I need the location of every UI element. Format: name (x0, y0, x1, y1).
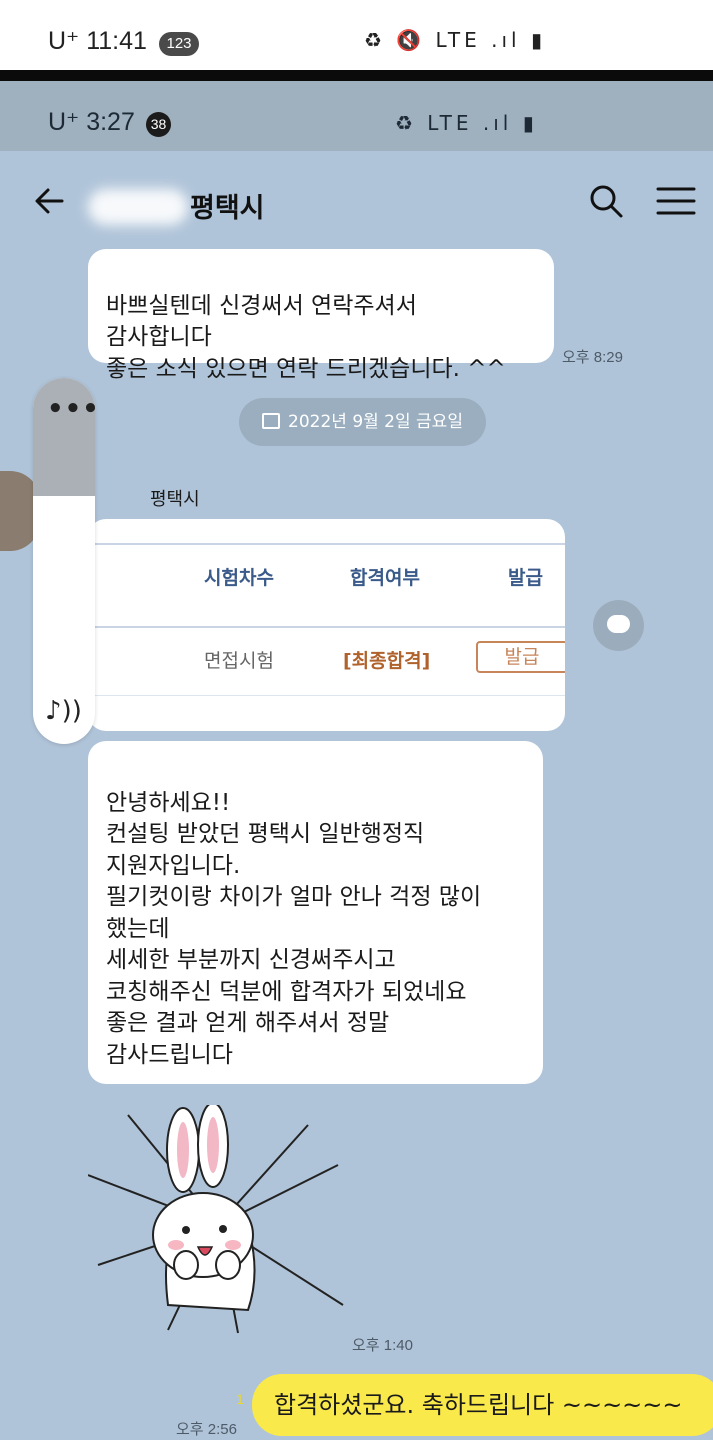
sender-name: 평택시 (150, 489, 200, 510)
table-border-bottom (88, 695, 565, 696)
table-header-issue: 발급 (508, 567, 543, 589)
more-options-icon[interactable]: ••• (47, 394, 95, 424)
sent-message-text: 합격하셨군요. 축하드립니다 ~~~~~~ (274, 1391, 683, 1419)
table-border-top (88, 543, 565, 545)
status-icons: ♻ 🔇 LTE .ıl ▮ (364, 28, 546, 52)
message-text: 안녕하세요!! 컨설팅 받았던 평택시 일반행정직 지원자입니다. 필기컷이랑 … (106, 789, 482, 1068)
issue-button: 발급 (476, 641, 565, 673)
chat-title: 평택시 (190, 193, 265, 224)
date-text: 2022년 9월 2일 금요일 (288, 412, 463, 432)
chat-screenshot: U⁺ 3:27 38 ♻ LTE .ıl ▮ 평택시 바쁘실텐데 신경써서 연락… (0, 81, 713, 1440)
music-sound-icon[interactable]: ♪)) (45, 696, 82, 726)
inner-status-icons: ♻ LTE .ıl ▮ (395, 111, 538, 135)
floating-control-panel[interactable]: ••• ♪)) (33, 378, 95, 744)
inner-notification-badge: 38 (146, 112, 171, 137)
sticker-time: 오후 1:40 (352, 1337, 413, 1354)
table-header-pass: 합격여부 (350, 567, 420, 589)
received-message-bubble: 안녕하세요!! 컨설팅 받았던 평택시 일반행정직 지원자입니다. 필기컷이랑 … (88, 741, 543, 1084)
exam-result-image[interactable]: 시험차수 합격여부 발급 면접시험 [최종합격] 발급 (88, 519, 565, 731)
date-divider: 2022년 9월 2일 금요일 (239, 398, 486, 446)
rabbit-sticker[interactable] (88, 1105, 348, 1335)
menu-icon[interactable] (656, 185, 696, 217)
inner-carrier-time: U⁺ 3:27 (48, 108, 135, 136)
search-icon[interactable] (588, 183, 624, 219)
sent-message-bubble: 합격하셨군요. 축하드립니다 ~~~~~~ (252, 1374, 713, 1436)
share-button[interactable] (593, 600, 644, 651)
redacted-name (88, 189, 188, 225)
outer-status-bar: U⁺ 11:41 123 ♻ 🔇 LTE .ıl ▮ (0, 0, 713, 70)
table-cell-pass: [최종합격] (343, 650, 431, 672)
notification-count-badge: 123 (159, 32, 199, 56)
chat-header: 평택시 (0, 151, 713, 251)
message-text: 바쁘실텐데 신경써서 연락주셔서 감사합니다 좋은 소식 있으면 연락 드리겠습… (106, 292, 506, 382)
calendar-icon (262, 413, 281, 429)
table-border-mid (88, 626, 565, 628)
message-time: 오후 8:29 (562, 349, 623, 366)
unread-count: 1 (236, 1391, 244, 1407)
outer-carrier-time: U⁺ 11:41 (48, 27, 147, 55)
table-header-round: 시험차수 (204, 567, 274, 589)
back-arrow-icon[interactable] (32, 183, 68, 219)
speech-bubble-icon (607, 615, 630, 633)
sent-message-time: 오후 2:56 (176, 1421, 237, 1438)
inner-status-bar: U⁺ 3:27 38 ♻ LTE .ıl ▮ (0, 81, 713, 151)
received-message-bubble: 바쁘실텐데 신경써서 연락주셔서 감사합니다 좋은 소식 있으면 연락 드리겠습… (88, 249, 554, 382)
divider-bar (0, 70, 713, 81)
table-cell-round: 면접시험 (204, 650, 274, 672)
